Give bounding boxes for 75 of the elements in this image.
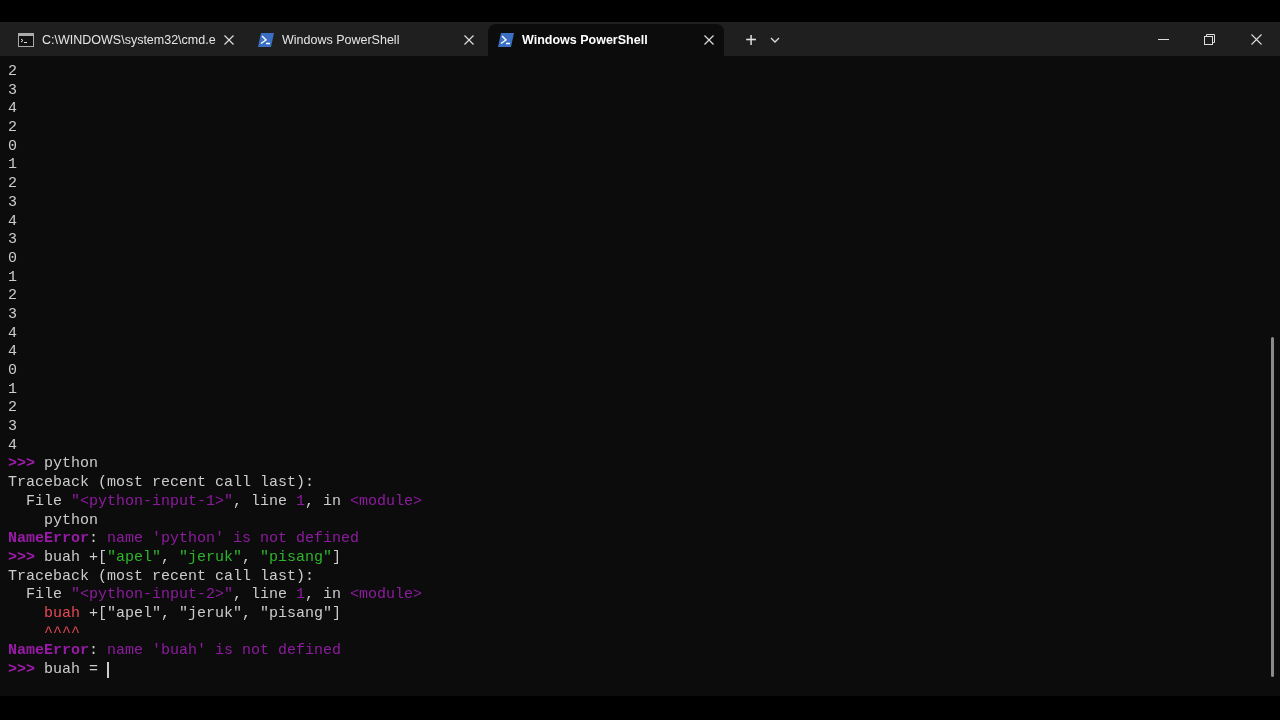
terminal-text: 4 bbox=[8, 212, 17, 232]
text-cursor bbox=[107, 662, 109, 678]
terminal-text: Traceback (most recent call last): bbox=[8, 474, 315, 493]
tab[interactable]: Windows PowerShell bbox=[248, 24, 484, 56]
dropdown-icon[interactable] bbox=[770, 37, 780, 43]
terminal-text: ] bbox=[332, 548, 342, 568]
terminal-text: >>> bbox=[8, 661, 35, 680]
terminal-text: 4 bbox=[8, 343, 17, 362]
terminal-text: buah = bbox=[43, 661, 100, 680]
terminal-text: Traceback (most recent call last): bbox=[8, 567, 315, 587]
terminal-text: 1 bbox=[8, 380, 17, 400]
close-icon[interactable] bbox=[464, 35, 474, 45]
terminal-text: python bbox=[43, 455, 99, 475]
terminal-text: +["apel", "jeruk", "pisang"] bbox=[88, 604, 342, 624]
terminal-text: "jeruk" bbox=[179, 548, 243, 568]
terminal-text: NameError bbox=[8, 642, 89, 661]
terminal-text: 2 bbox=[8, 175, 17, 194]
restore-icon[interactable] bbox=[1204, 34, 1215, 45]
terminal-text: 2 bbox=[8, 119, 17, 138]
terminal-text: 3 bbox=[8, 81, 17, 101]
terminal-text: 2 bbox=[8, 63, 17, 82]
terminal-text: <module> bbox=[350, 492, 423, 512]
terminal-text: 3 bbox=[8, 193, 17, 213]
powershell-icon bbox=[258, 33, 274, 47]
terminal-text: 0 bbox=[8, 137, 17, 157]
terminal-text: 1 bbox=[8, 268, 17, 288]
terminal-text: : bbox=[89, 642, 100, 661]
tab[interactable]: Windows PowerShell bbox=[488, 24, 724, 56]
terminal-text: : bbox=[89, 530, 100, 549]
tab[interactable]: C:\WINDOWS\system32\cmd.e bbox=[8, 24, 244, 56]
powershell-icon bbox=[498, 33, 514, 47]
terminal-text: 3 bbox=[8, 305, 17, 325]
terminal-text: , line bbox=[233, 492, 289, 512]
terminal-text: name 'python' is not defined bbox=[107, 530, 360, 549]
terminal-text: File bbox=[25, 586, 63, 605]
terminal-text: 0 bbox=[8, 249, 17, 269]
terminal-text: <module> bbox=[350, 586, 423, 605]
new-tab-button[interactable]: + bbox=[736, 26, 766, 54]
terminal-text: "<python-input-2>" bbox=[71, 586, 234, 605]
terminal-text: , in bbox=[305, 492, 343, 512]
terminal-text: python bbox=[43, 511, 98, 531]
close-icon[interactable] bbox=[704, 35, 714, 45]
terminal-text: "pisang" bbox=[260, 548, 333, 568]
terminal-text: 3 bbox=[8, 231, 17, 250]
terminal-text: , in bbox=[305, 586, 343, 605]
close-icon[interactable] bbox=[224, 35, 234, 45]
terminal-text: 2 bbox=[8, 287, 17, 306]
terminal-text: 4 bbox=[8, 436, 17, 456]
terminal-text: , bbox=[161, 548, 172, 568]
terminal-text: , line bbox=[233, 586, 289, 605]
tab-title: C:\WINDOWS\system32\cmd.e bbox=[42, 31, 216, 49]
terminal-text: 1 bbox=[8, 156, 17, 176]
terminal-text: >>> bbox=[8, 548, 35, 568]
console-icon bbox=[18, 33, 34, 47]
terminal-text: 1 bbox=[296, 492, 306, 512]
terminal-text: buah +[ bbox=[43, 548, 108, 568]
terminal-text: >>> bbox=[8, 455, 35, 475]
terminal-text: 4 bbox=[8, 324, 17, 344]
terminal-text: ^^^^ bbox=[44, 623, 80, 643]
terminal-text: 4 bbox=[8, 100, 17, 120]
terminal-text: name 'buah' is not defined bbox=[107, 642, 342, 661]
terminal-text: 1 bbox=[296, 586, 306, 605]
terminal-text: , bbox=[242, 548, 253, 568]
terminal-text: "apel" bbox=[107, 548, 162, 568]
terminal-text: File bbox=[25, 492, 63, 512]
close-icon[interactable] bbox=[1251, 34, 1262, 45]
terminal-text: buah bbox=[44, 604, 80, 624]
terminal-text: "<python-input-1>" bbox=[71, 492, 234, 512]
terminal-text: NameError bbox=[8, 530, 89, 549]
terminal-text: 0 bbox=[8, 362, 17, 381]
tab-title: Windows PowerShell bbox=[282, 31, 401, 49]
terminal-text: 3 bbox=[8, 418, 17, 437]
tab-title: Windows PowerShell bbox=[522, 31, 649, 49]
terminal-text: 2 bbox=[8, 399, 17, 419]
scrollbar[interactable] bbox=[1271, 337, 1274, 677]
